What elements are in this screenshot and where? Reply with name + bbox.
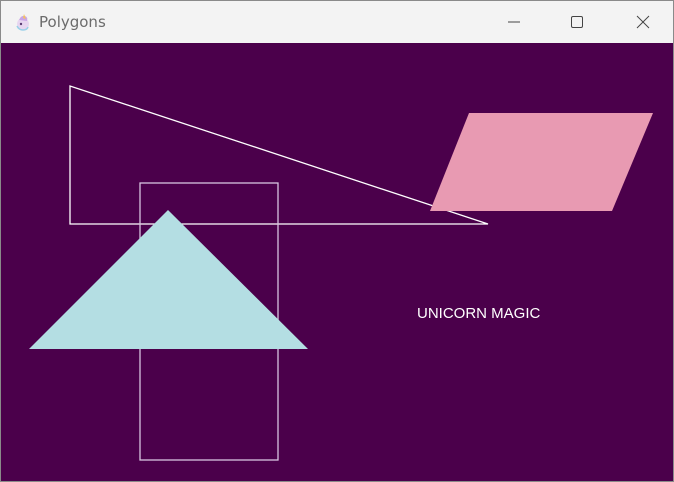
close-icon: [636, 15, 650, 29]
filled-triangle: [29, 210, 308, 349]
title-bar[interactable]: Polygons: [1, 1, 673, 43]
minimize-icon: [508, 21, 520, 23]
maximize-icon: [571, 16, 583, 28]
unicorn-icon: [16, 14, 29, 31]
close-button[interactable]: [620, 1, 666, 43]
unicorn-magic-text: UNICORN MAGIC: [417, 305, 541, 322]
minimize-button[interactable]: [491, 1, 537, 43]
outline-right-triangle: [69, 85, 489, 225]
polygon-canvas: [29, 85, 653, 461]
window-title: Polygons: [39, 13, 106, 31]
maximize-button[interactable]: [554, 1, 600, 43]
drawing-area: UNICORN MAGIC: [1, 43, 673, 481]
filled-parallelogram: [430, 113, 653, 211]
polygons-window: Polygons UNICORN MAGIC: [0, 0, 674, 482]
